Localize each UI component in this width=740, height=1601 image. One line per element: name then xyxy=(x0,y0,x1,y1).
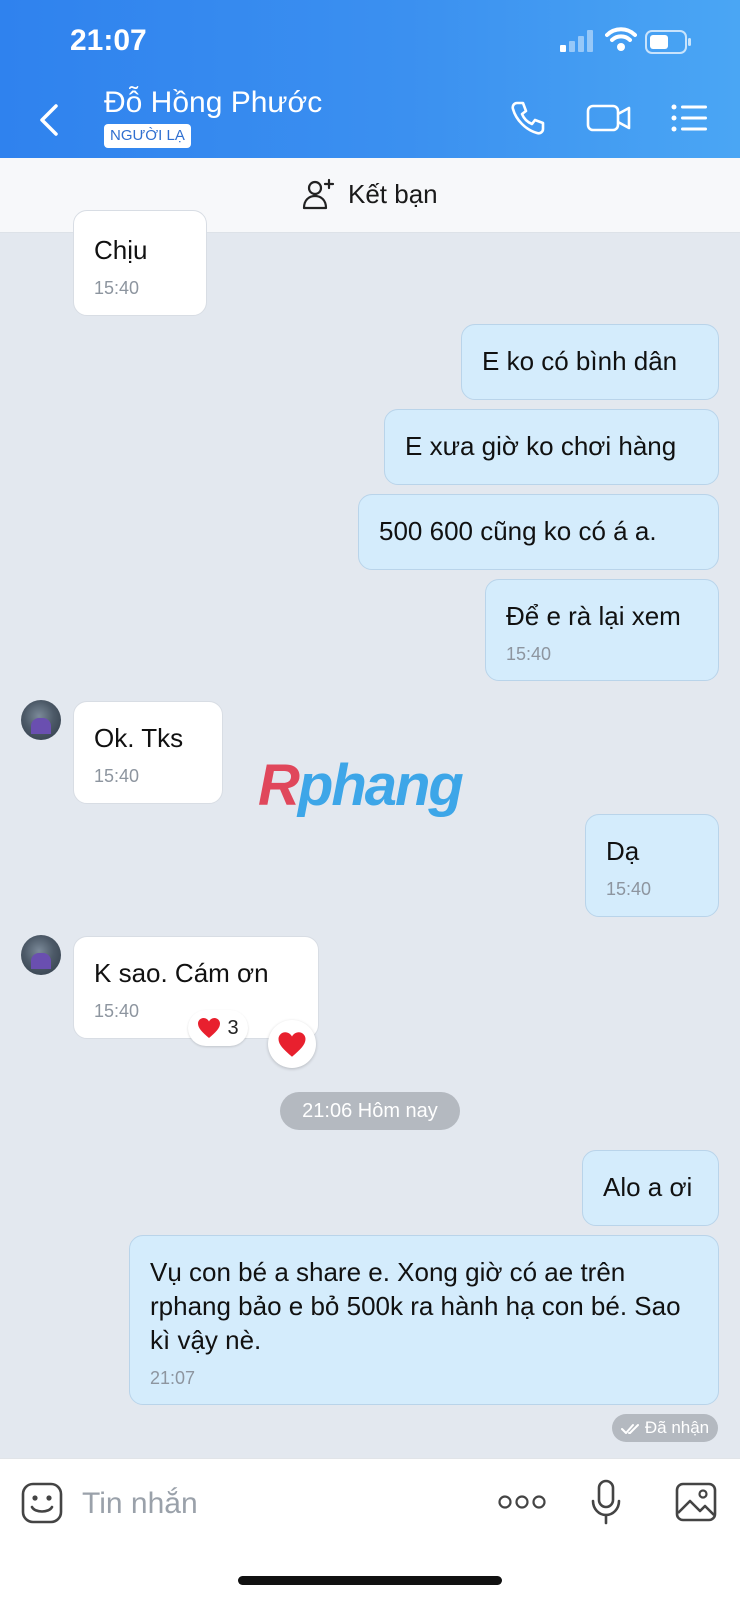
menu-list-icon[interactable] xyxy=(670,98,710,138)
stranger-badge: NGƯỜI LẠ xyxy=(104,124,191,148)
message-bubble-incoming[interactable]: Chịu 15:40 xyxy=(73,210,207,316)
message-bubble-outgoing[interactable]: Vụ con bé a share e. Xong giờ có ae trên… xyxy=(129,1235,719,1405)
message-time: 15:40 xyxy=(606,879,652,899)
message-bubble-outgoing[interactable]: Alo a ơi xyxy=(582,1150,719,1226)
watermark-letter: R xyxy=(258,753,300,818)
add-friend-button[interactable]: Kết bạn xyxy=(302,178,438,210)
message-text: Ok. Tks xyxy=(94,723,184,753)
message-bubble-outgoing[interactable]: E ko có bình dân xyxy=(461,324,719,400)
more-options-icon[interactable] xyxy=(498,1493,546,1511)
image-gallery-icon[interactable] xyxy=(674,1481,718,1523)
reaction-count: 3 xyxy=(227,1016,239,1039)
back-arrow-icon[interactable] xyxy=(30,100,70,140)
heart-icon xyxy=(278,1031,306,1057)
double-check-icon xyxy=(620,1423,639,1434)
watermark-rest: phang xyxy=(297,753,464,818)
message-time: 15:40 xyxy=(506,644,552,664)
reaction-summary[interactable]: 3 xyxy=(188,1010,248,1046)
microphone-icon[interactable] xyxy=(590,1479,622,1527)
delivery-status: Đã nhận xyxy=(612,1414,718,1442)
message-bubble-outgoing[interactable]: 500 600 cũng ko có á a. xyxy=(358,494,719,570)
date-separator: 21:06 Hôm nay xyxy=(280,1092,460,1130)
heart-icon xyxy=(198,1018,221,1038)
message-bubble-outgoing[interactable]: Để e rà lại xem 15:40 xyxy=(485,579,719,681)
message-bubble-outgoing[interactable]: Dạ 15:40 xyxy=(585,814,719,917)
chat-header: 21:07 Đỗ Hồng Phước NGƯỜI LẠ xyxy=(0,0,740,158)
message-text: Dạ xyxy=(606,836,640,866)
message-text: 500 600 cũng ko có á a. xyxy=(379,516,657,546)
message-bubble-outgoing[interactable]: E xưa giờ ko chơi hàng xyxy=(384,409,719,485)
message-time: 21:07 xyxy=(150,1368,196,1388)
video-call-icon[interactable] xyxy=(586,98,632,138)
message-bubble-incoming[interactable]: Ok. Tks 15:40 xyxy=(73,701,223,804)
message-text: Alo a ơi xyxy=(603,1172,693,1202)
signal-icon xyxy=(560,30,593,52)
wifi-icon xyxy=(605,27,637,51)
add-friend-label: Kết bạn xyxy=(348,178,438,209)
message-text: Để e rà lại xem xyxy=(506,601,681,631)
delivery-status-text: Đã nhận xyxy=(644,1418,710,1437)
contact-name[interactable]: Đỗ Hồng Phước xyxy=(104,86,322,120)
message-time: 15:40 xyxy=(94,278,140,298)
message-text: E ko có bình dân xyxy=(482,346,678,376)
message-text: E xưa giờ ko chơi hàng xyxy=(405,431,677,461)
message-text: Chịu xyxy=(94,235,148,265)
emoji-sticker-icon[interactable] xyxy=(20,1481,64,1525)
watermark-logo: Rphang xyxy=(258,752,464,819)
message-text: K sao. Cám ơn xyxy=(94,958,269,988)
contact-avatar[interactable] xyxy=(21,700,61,740)
message-input[interactable]: Tin nhắn xyxy=(82,1487,198,1521)
phone-icon[interactable] xyxy=(508,98,548,138)
battery-icon xyxy=(645,30,691,54)
message-text: Vụ con bé a share e. Xong giờ có ae trên… xyxy=(150,1257,681,1355)
contact-avatar[interactable] xyxy=(21,935,61,975)
message-time: 15:40 xyxy=(94,766,140,786)
react-heart-button[interactable] xyxy=(268,1020,316,1068)
add-friend-icon xyxy=(302,178,335,210)
home-indicator[interactable] xyxy=(238,1576,502,1585)
status-time: 21:07 xyxy=(70,24,147,57)
